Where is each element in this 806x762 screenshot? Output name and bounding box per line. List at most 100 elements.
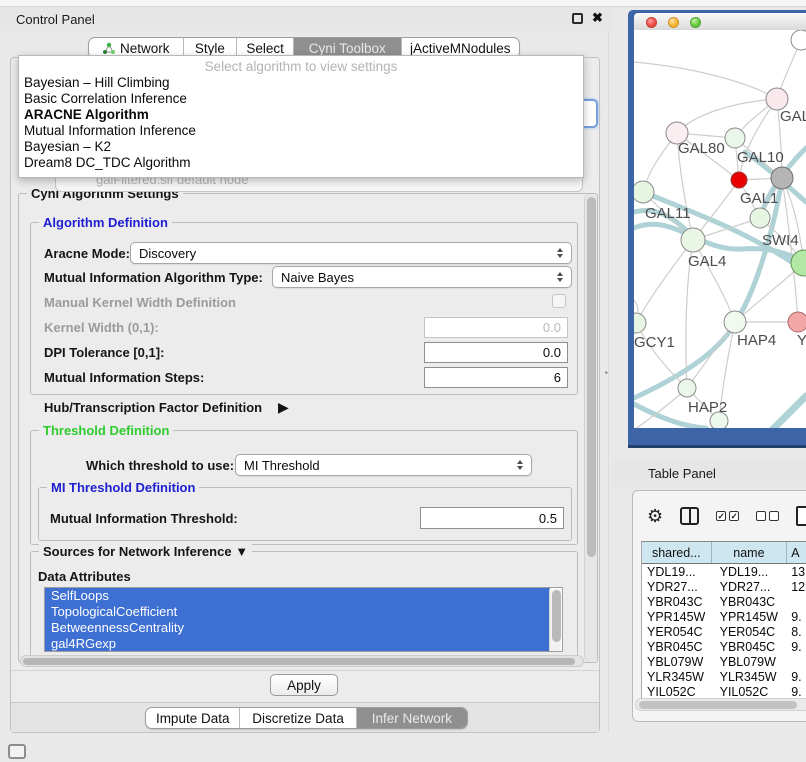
sources-group-title: Sources for Network Inference ▼ [39, 544, 252, 559]
kernel-width-label: Kernel Width (0,1): [44, 320, 159, 335]
window-minimize-light[interactable] [668, 17, 679, 28]
dpi-tolerance-input[interactable]: 0.0 [424, 342, 568, 363]
new-table-icon[interactable] [796, 506, 806, 526]
attr-item-topologicalcoefficient[interactable]: TopologicalCoefficient [45, 604, 550, 620]
node-red-selected[interactable] [731, 172, 747, 188]
column-header-name[interactable]: name [712, 542, 788, 563]
settings-scrollbar-thumb[interactable] [587, 197, 596, 557]
node-hap4[interactable] [724, 311, 746, 333]
window-zoom-light[interactable] [690, 17, 701, 28]
dropdown-item-bayesian-hill-climbing[interactable]: Bayesian – Hill Climbing [19, 75, 583, 91]
mi-steps-input[interactable]: 6 [424, 367, 568, 388]
close-panel-icon[interactable]: ✖ [592, 10, 603, 26]
settings-hscrollbar-thumb[interactable] [23, 658, 575, 665]
table-row[interactable]: YBL079W YBL079W [642, 654, 806, 669]
float-panel-icon[interactable] [572, 13, 583, 24]
attributes-scrollbar-thumb[interactable] [552, 590, 561, 642]
cell: YDL19... [712, 565, 788, 579]
deselect-all-checkboxes-icon[interactable] [756, 511, 779, 521]
node-gray[interactable] [771, 167, 793, 189]
settings-vertical-scrollbar[interactable] [584, 194, 597, 662]
hub-expand-icon[interactable]: ▶ [278, 399, 289, 416]
combo-arrows-icon [557, 272, 563, 282]
table-horizontal-scrollbar[interactable] [635, 698, 806, 711]
table-hscrollbar-thumb[interactable] [639, 701, 797, 709]
attributes-vertical-scrollbar[interactable] [549, 589, 561, 652]
settings-horizontal-scrollbar[interactable] [20, 655, 584, 667]
table-row[interactable]: YBR045C YBR045C 9. [642, 639, 806, 654]
table-row[interactable]: YER054C YER054C 8. [642, 624, 806, 639]
cyni-mode-tabbar: Impute Data Discretize Data Infer Networ… [145, 707, 468, 729]
mi-threshold-label: Mutual Information Threshold: [50, 511, 238, 526]
tab-impute-data[interactable]: Impute Data [146, 708, 240, 728]
table-row[interactable]: YLR345W YLR345W 9. [642, 669, 806, 684]
node-salmon[interactable] [788, 312, 806, 332]
sources-collapse-icon[interactable]: ▼ [235, 544, 248, 559]
apply-button[interactable]: Apply [270, 674, 338, 696]
dropdown-item-dream8[interactable]: Dream8 DC_TDC Algorithm [19, 155, 583, 171]
tab-discretize-data[interactable]: Discretize Data [240, 708, 356, 728]
mi-threshold-input[interactable]: 0.5 [420, 507, 564, 529]
table-row[interactable]: YBR043C YBR043C [642, 594, 806, 609]
attr-item-gal4rgexp[interactable]: gal4RGexp [45, 636, 550, 652]
table-row[interactable]: YPR145W YPR145W 9. [642, 609, 806, 624]
node-attribute-table: shared... name A YDL19... YDL19... 13 YD… [641, 541, 806, 699]
mi-steps-label: Mutual Information Steps: [44, 370, 204, 385]
mi-type-combobox[interactable]: Naive Bayes [272, 266, 572, 288]
table-row[interactable]: YDL19... YDL19... 13 [642, 564, 806, 579]
cell: YER054C [712, 625, 788, 639]
network-canvas[interactable]: GAL GAL80 GAL10 GAL1 GAL11 SWI4 GAL4 GCY… [634, 30, 806, 428]
column-header-third[interactable]: A [787, 542, 806, 563]
dropdown-item-aracne[interactable]: ARACNE Algorithm [19, 107, 583, 123]
network-window-titlebar[interactable] [634, 13, 806, 30]
cell: 9. [787, 640, 806, 654]
node-gal11[interactable] [634, 181, 654, 203]
dpi-tolerance-label: DPI Tolerance [0,1]: [44, 345, 164, 360]
dropdown-item-bayesian-k2[interactable]: Bayesian – K2 [19, 139, 583, 155]
tab-infer-network[interactable]: Infer Network [357, 708, 467, 728]
aracne-mode-combobox[interactable]: Discovery [130, 242, 572, 264]
node-hap2[interactable] [678, 379, 696, 397]
node-gal10[interactable] [725, 128, 745, 148]
attr-item-betweennesscentrality[interactable]: BetweennessCentrality [45, 620, 550, 636]
split-collapse-arrow[interactable]: ‣ [604, 368, 609, 379]
window-close-light[interactable] [646, 17, 657, 28]
tab-select-label: Select [246, 41, 284, 56]
cell: 9. [787, 610, 806, 624]
column-header-shared-name[interactable]: shared... [642, 542, 712, 563]
cell: YPR145W [712, 610, 788, 624]
attr-item-selfloops[interactable]: SelfLoops [45, 588, 550, 604]
cell: YBR045C [642, 640, 712, 654]
manual-kernel-width-checkbox[interactable] [552, 294, 566, 308]
settings-bottom-divider [11, 670, 599, 671]
hub-definition-label: Hub/Transcription Factor Definition [44, 400, 262, 415]
aracne-mode-value: Discovery [139, 246, 196, 261]
table-settings-gear-icon[interactable]: ⚙ [647, 506, 663, 527]
mi-threshold-definition-title: MI Threshold Definition [47, 480, 199, 495]
dropdown-item-mutual-information[interactable]: Mutual Information Inference [19, 123, 583, 139]
network-nodes[interactable] [634, 30, 806, 428]
network-node-labels: GAL GAL80 GAL10 GAL1 GAL11 SWI4 GAL4 GCY… [634, 108, 806, 416]
table-header-row: shared... name A [642, 542, 806, 564]
table-row[interactable]: YIL052C YIL052C 9. [642, 684, 806, 699]
node-gal4[interactable] [681, 228, 705, 252]
mi-threshold-value: 0.5 [539, 511, 557, 526]
which-threshold-combobox[interactable]: MI Threshold [235, 454, 532, 476]
node-gal-pink[interactable] [766, 88, 788, 110]
dropdown-item-basic-correlation[interactable]: Basic Correlation Inference [19, 91, 583, 107]
select-all-checkboxes-icon[interactable]: ✓ ✓ [716, 511, 739, 521]
table-row[interactable]: YDR27... YDR27... 12 [642, 579, 806, 594]
network-icon [102, 42, 115, 55]
node-gal1[interactable] [750, 208, 770, 228]
kernel-width-input[interactable]: 0.0 [424, 317, 568, 338]
node-unlabeled-top[interactable] [791, 30, 806, 50]
manual-kernel-width-label: Manual Kernel Width Definition [44, 295, 236, 310]
dock-panel-icon[interactable] [8, 744, 26, 759]
dpi-tolerance-value: 0.0 [543, 345, 561, 360]
node-gcy1[interactable] [634, 313, 646, 333]
column-visibility-icon[interactable] [680, 507, 699, 525]
algorithm-dropdown-list: Select algorithm to view settings Bayesi… [18, 55, 584, 178]
panel-split-divider[interactable] [608, 31, 609, 733]
data-attributes-label: Data Attributes [38, 569, 131, 584]
threshold-definition-title: Threshold Definition [39, 423, 173, 438]
